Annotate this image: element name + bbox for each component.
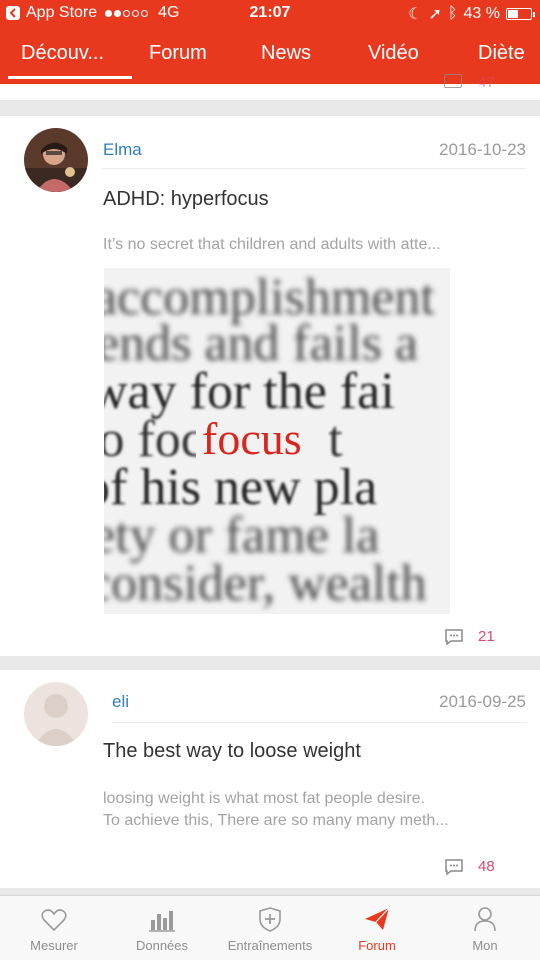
- nav-label: Mon: [472, 938, 498, 953]
- tab-news[interactable]: News: [261, 42, 311, 65]
- nav-profile[interactable]: Mon: [450, 896, 520, 960]
- post-card[interactable]: Elma 2016-10-23 ADHD: hyperfocus It’s no…: [0, 116, 540, 656]
- battery-icon: [506, 8, 535, 20]
- shield-plus-icon: [222, 896, 318, 932]
- image-text-line: consider, wealth: [104, 555, 427, 612]
- excerpt-line: To achieve this, There are so many many …: [103, 812, 449, 829]
- tab-forum[interactable]: Forum: [149, 42, 207, 65]
- bar-chart-icon: [122, 896, 202, 932]
- paper-plane-icon: [340, 896, 414, 932]
- post-date: 2016-10-23: [439, 140, 526, 159]
- tab-video[interactable]: Vidéo: [368, 42, 419, 65]
- tab-diet[interactable]: Diète: [478, 42, 525, 65]
- heart-icon: [14, 896, 94, 932]
- nav-label: Entraînements: [227, 938, 313, 953]
- divider: [102, 168, 526, 169]
- post-title[interactable]: The best way to loose weight: [103, 740, 361, 763]
- comment-count[interactable]: 21: [478, 628, 495, 645]
- location-icon: ➚: [428, 6, 442, 23]
- excerpt-line: loosing weight is what most fat people d…: [103, 790, 425, 807]
- nav-measure[interactable]: Mesurer: [14, 896, 94, 960]
- post-excerpt[interactable]: loosing weight is what most fat people d…: [103, 788, 523, 832]
- battery-percent: 43 %: [463, 5, 500, 22]
- bottom-tab-bar: Mesurer Données Entraînements Forum Mon: [0, 895, 540, 960]
- comment-count: 47: [478, 74, 495, 91]
- comment-count[interactable]: 48: [478, 858, 495, 875]
- comment-icon: [444, 74, 462, 88]
- nav-label: Forum: [358, 938, 396, 953]
- image-focus-word: focus: [202, 413, 302, 464]
- nav-data[interactable]: Données: [122, 896, 202, 960]
- active-tab-indicator: [8, 76, 132, 79]
- post-title[interactable]: ADHD: hyperfocus: [103, 188, 269, 211]
- status-bar: App Store 4G 21:07 ☾ ➚ ᛒ 43 %: [0, 0, 540, 28]
- divider: [112, 722, 526, 723]
- post-author[interactable]: eli: [112, 692, 129, 712]
- post-excerpt[interactable]: It’s no secret that children and adults …: [103, 234, 523, 256]
- moon-icon: ☾: [408, 6, 423, 23]
- nav-workouts[interactable]: Entraînements: [222, 896, 318, 960]
- post-date: 2016-09-25: [439, 692, 526, 711]
- post-card[interactable]: eli 2016-09-25 The best way to loose wei…: [0, 670, 540, 888]
- tab-discover[interactable]: Découv...: [21, 42, 104, 65]
- previous-post-card[interactable]: 47: [0, 74, 540, 100]
- person-icon: [450, 896, 520, 932]
- nav-label: Données: [135, 938, 189, 953]
- avatar-placeholder[interactable]: [24, 682, 88, 746]
- post-author[interactable]: Elma: [103, 140, 142, 160]
- avatar[interactable]: [24, 128, 88, 192]
- comment-icon[interactable]: [444, 628, 464, 646]
- nav-forum[interactable]: Forum: [340, 896, 414, 960]
- nav-label: Mesurer: [30, 938, 78, 953]
- comment-icon[interactable]: [444, 858, 464, 876]
- post-image[interactable]: accomplishment ends and fails a way for …: [104, 268, 450, 614]
- bluetooth-icon: ᛒ: [447, 5, 458, 22]
